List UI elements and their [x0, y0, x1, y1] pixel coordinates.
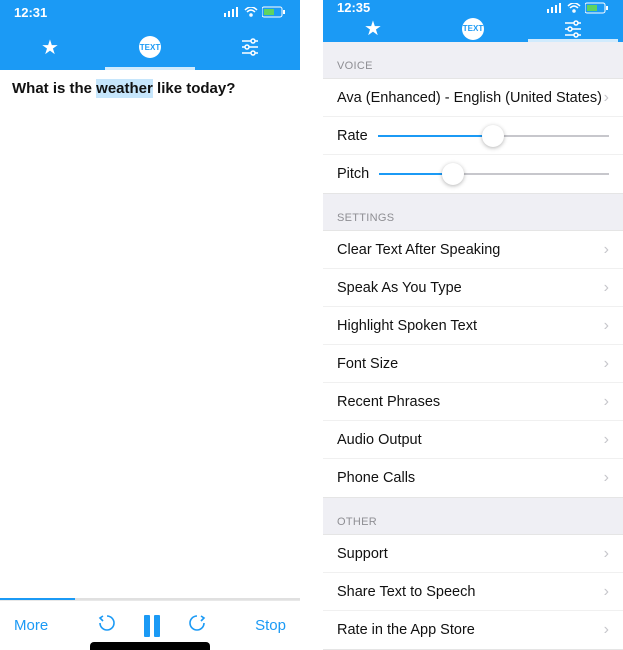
settings-item-label: Highlight Spoken Text — [337, 318, 477, 334]
section-settings: SETTINGS — [323, 194, 623, 230]
other-list: Support›Share Text to Speech›Rate in the… — [323, 534, 623, 650]
status-bar: 12:35 — [323, 0, 623, 15]
home-indicator — [90, 642, 210, 650]
other-item-row[interactable]: Rate in the App Store › — [323, 611, 623, 649]
settings-item-row[interactable]: Recent Phrases › — [323, 383, 623, 421]
pause-button[interactable] — [144, 615, 160, 637]
pitch-label: Pitch — [337, 166, 369, 182]
speaking-text[interactable]: What is the weather like today? — [0, 70, 300, 107]
signal-icon — [547, 3, 563, 13]
wifi-icon — [244, 7, 258, 17]
forward-icon[interactable] — [188, 614, 206, 637]
pitch-row: Pitch — [323, 155, 623, 193]
text-bubble-icon: TEXT — [462, 18, 484, 40]
tab-text[interactable]: TEXT — [423, 15, 523, 42]
tab-settings[interactable] — [200, 24, 300, 70]
chevron-right-icon: › — [604, 431, 609, 449]
tab-bar: ★ TEXT — [323, 15, 623, 42]
tab-text[interactable]: TEXT — [100, 24, 200, 70]
settings-item-row[interactable]: Clear Text After Speaking › — [323, 231, 623, 269]
chevron-right-icon: › — [604, 393, 609, 411]
battery-icon — [262, 6, 286, 18]
sliders-icon — [563, 20, 583, 38]
more-button[interactable]: More — [14, 617, 48, 634]
settings-item-label: Recent Phrases — [337, 394, 440, 410]
settings-item-label: Audio Output — [337, 432, 422, 448]
sliders-icon — [240, 38, 260, 56]
other-item-row[interactable]: Support › — [323, 535, 623, 573]
other-item-label: Rate in the App Store — [337, 622, 475, 638]
stop-button[interactable]: Stop — [255, 617, 286, 634]
settings-item-row[interactable]: Highlight Spoken Text › — [323, 307, 623, 345]
other-item-label: Support — [337, 546, 388, 562]
settings-item-label: Clear Text After Speaking — [337, 242, 500, 258]
chevron-right-icon: › — [604, 583, 609, 601]
star-icon: ★ — [364, 16, 382, 41]
text-prefix: What is the — [12, 80, 96, 97]
text-suffix: like today? — [153, 80, 236, 97]
section-voice: VOICE — [323, 42, 623, 78]
chevron-right-icon: › — [604, 279, 609, 297]
settings-item-label: Font Size — [337, 356, 398, 372]
settings-item-row[interactable]: Audio Output › — [323, 421, 623, 459]
rate-row: Rate — [323, 117, 623, 155]
text-bubble-icon: TEXT — [139, 36, 161, 58]
other-item-row[interactable]: Share Text to Speech › — [323, 573, 623, 611]
progress-bar[interactable] — [0, 598, 300, 600]
other-item-label: Share Text to Speech — [337, 584, 475, 600]
tab-favorites[interactable]: ★ — [0, 24, 100, 70]
voice-name: Ava (Enhanced) - English (United States) — [337, 90, 602, 106]
status-time: 12:31 — [14, 5, 47, 20]
chevron-right-icon: › — [604, 545, 609, 563]
settings-item-row[interactable]: Speak As You Type › — [323, 269, 623, 307]
status-bar: 12:31 — [0, 0, 300, 24]
voice-select-row[interactable]: Ava (Enhanced) - English (United States)… — [323, 79, 623, 117]
tab-bar: ★ TEXT — [0, 24, 300, 70]
tab-settings[interactable] — [523, 15, 623, 42]
chevron-right-icon: › — [604, 241, 609, 259]
chevron-right-icon: › — [604, 355, 609, 373]
rate-slider[interactable] — [378, 135, 609, 137]
tab-favorites[interactable]: ★ — [323, 15, 423, 42]
wifi-icon — [567, 3, 581, 13]
rewind-icon[interactable] — [98, 614, 116, 637]
phone-settings-screen: 12:35 ★ TEXT VOICE Ava (Enhanced) - Engl… — [323, 0, 623, 650]
rate-label: Rate — [337, 128, 368, 144]
phone-text-screen: 12:31 ★ TEXT What is the weather like to… — [0, 0, 300, 650]
settings-list: Clear Text After Speaking›Speak As You T… — [323, 230, 623, 498]
star-icon: ★ — [41, 35, 59, 60]
rate-fill — [378, 135, 494, 137]
highlighted-word: weather — [96, 79, 153, 98]
chevron-right-icon: › — [604, 317, 609, 335]
chevron-right-icon: › — [604, 621, 609, 639]
text-area[interactable] — [0, 107, 300, 598]
settings-item-row[interactable]: Font Size › — [323, 345, 623, 383]
status-time: 12:35 — [337, 0, 370, 15]
settings-item-label: Phone Calls — [337, 470, 415, 486]
chevron-right-icon: › — [604, 469, 609, 487]
section-other: OTHER — [323, 498, 623, 534]
settings-item-label: Speak As You Type — [337, 280, 462, 296]
rate-thumb[interactable] — [482, 125, 504, 147]
status-indicators — [547, 2, 609, 14]
signal-icon — [224, 7, 240, 17]
settings-item-row[interactable]: Phone Calls › — [323, 459, 623, 497]
status-indicators — [224, 6, 286, 18]
battery-icon — [585, 2, 609, 14]
pitch-thumb[interactable] — [442, 163, 464, 185]
progress-fill — [0, 598, 75, 600]
pitch-slider[interactable] — [379, 173, 609, 175]
chevron-right-icon: › — [604, 89, 609, 107]
